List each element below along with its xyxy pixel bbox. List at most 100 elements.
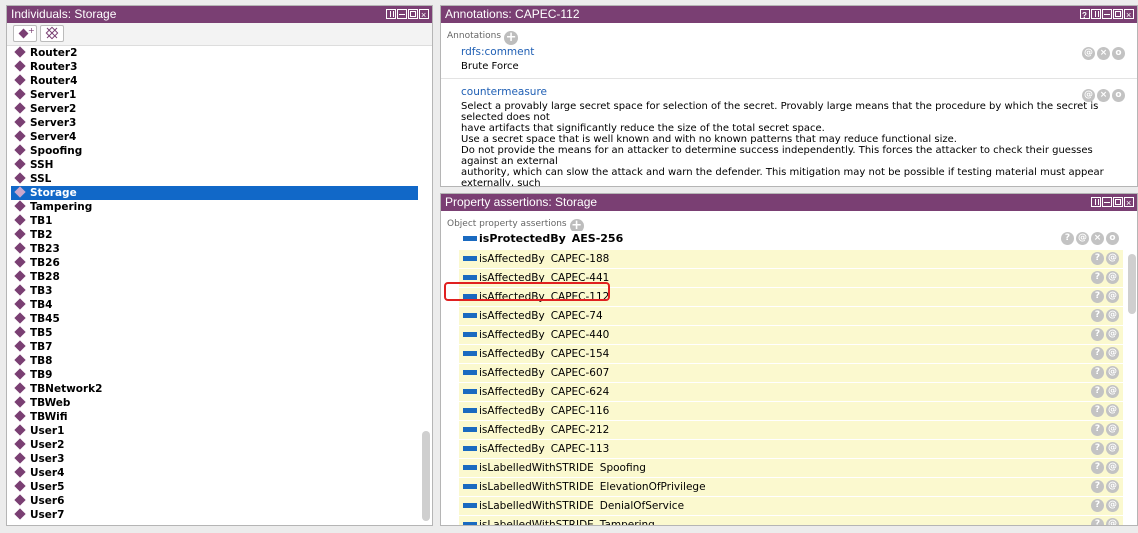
individual-item[interactable]: Storage <box>11 186 418 200</box>
help-icon[interactable]: ? <box>1091 290 1104 303</box>
help-icon[interactable]: ? <box>1091 252 1104 265</box>
individual-item[interactable]: User2 <box>11 438 418 452</box>
minimize-icon[interactable] <box>1102 197 1112 207</box>
individual-item[interactable]: Router3 <box>11 60 418 74</box>
individual-item[interactable]: Router4 <box>11 74 418 88</box>
delete-icon[interactable]: × <box>1091 232 1104 245</box>
property-assertion-row[interactable]: isLabelledWithSTRIDE ElevationOfPrivilege… <box>459 478 1123 497</box>
individual-item[interactable]: Server1 <box>11 88 418 102</box>
annotation-property[interactable]: countermeasure <box>455 85 1129 99</box>
individual-item[interactable]: Server2 <box>11 102 418 116</box>
maximize-icon[interactable] <box>1113 197 1123 207</box>
maximize-icon[interactable] <box>1113 9 1123 19</box>
edit-icon[interactable]: o <box>1106 232 1119 245</box>
annotate-icon[interactable]: @ <box>1076 232 1089 245</box>
annotate-icon[interactable]: @ <box>1106 290 1119 303</box>
individual-item[interactable]: Spoofing <box>11 144 418 158</box>
individual-item[interactable]: TBWeb <box>11 396 418 410</box>
property-assertion-row[interactable]: isAffectedBy CAPEC-624? @ <box>459 383 1123 402</box>
annotate-icon[interactable]: @ <box>1082 47 1095 60</box>
edit-icon[interactable]: o <box>1112 89 1125 102</box>
edit-icon[interactable]: o <box>1112 47 1125 60</box>
individual-item[interactable]: User1 <box>11 424 418 438</box>
individual-item[interactable]: TB45 <box>11 312 418 326</box>
annotate-icon[interactable]: @ <box>1106 518 1119 525</box>
split-icon[interactable] <box>1091 9 1101 19</box>
property-assertion-row[interactable]: isAffectedBy CAPEC-74? @ <box>459 307 1123 326</box>
individual-item[interactable]: SSH <box>11 158 418 172</box>
individuals-list[interactable]: Router2 Router3 Router4 Server1 Server2 Serve… <box>11 46 418 523</box>
delete-icon[interactable]: × <box>1097 47 1110 60</box>
annotation-property[interactable]: rdfs:comment <box>455 43 1129 59</box>
help-icon[interactable] <box>1080 7 1090 24</box>
help-icon[interactable]: ? <box>1091 442 1104 455</box>
maximize-icon[interactable] <box>408 9 418 19</box>
individual-item[interactable]: TB8 <box>11 354 418 368</box>
property-assertion-row[interactable]: isAffectedBy CAPEC-607? @ <box>459 364 1123 383</box>
annotate-icon[interactable]: @ <box>1106 347 1119 360</box>
close-icon[interactable] <box>419 7 429 24</box>
individual-item[interactable]: Server4 <box>11 130 418 144</box>
help-icon[interactable]: ? <box>1061 232 1074 245</box>
individual-item[interactable]: SSL <box>11 172 418 186</box>
individual-item[interactable]: TB9 <box>11 368 418 382</box>
add-individual-button[interactable]: + <box>13 25 37 42</box>
annotate-icon[interactable]: @ <box>1106 309 1119 322</box>
individual-item[interactable]: User6 <box>11 494 418 508</box>
individual-item[interactable]: Router2 <box>11 46 418 60</box>
individuals-scrollbar[interactable] <box>422 431 430 521</box>
individual-item[interactable]: TB7 <box>11 340 418 354</box>
individual-item[interactable]: TB26 <box>11 256 418 270</box>
delete-individual-button[interactable] <box>40 25 64 42</box>
individual-item[interactable]: Tampering <box>11 200 418 214</box>
help-icon[interactable]: ? <box>1091 518 1104 525</box>
property-assertion-row[interactable]: isAffectedBy CAPEC-116? @ <box>459 402 1123 421</box>
help-icon[interactable]: ? <box>1091 328 1104 341</box>
property-assertion-row[interactable]: isAffectedBy CAPEC-113? @ <box>459 440 1123 459</box>
close-icon[interactable] <box>1124 7 1134 24</box>
annotate-icon[interactable]: @ <box>1106 442 1119 455</box>
property-assertion-header-row[interactable]: isProtectedBy AES-256 ? @ × o <box>459 231 1123 247</box>
minimize-icon[interactable] <box>1102 9 1112 19</box>
annotate-icon[interactable]: @ <box>1106 423 1119 436</box>
annotate-icon[interactable]: @ <box>1106 499 1119 512</box>
individual-item[interactable]: TB28 <box>11 270 418 284</box>
property-assertion-row[interactable]: isAffectedBy CAPEC-188? @ <box>459 250 1123 269</box>
annotate-icon[interactable]: @ <box>1106 404 1119 417</box>
minimize-icon[interactable] <box>397 9 407 19</box>
individual-item[interactable]: TB23 <box>11 242 418 256</box>
annotate-icon[interactable]: @ <box>1106 328 1119 341</box>
individual-item[interactable]: TB3 <box>11 284 418 298</box>
annotate-icon[interactable]: @ <box>1106 366 1119 379</box>
help-icon[interactable]: ? <box>1091 499 1104 512</box>
individual-item[interactable]: TBNetwork2 <box>11 382 418 396</box>
annotate-icon[interactable]: @ <box>1106 252 1119 265</box>
annotate-icon[interactable]: @ <box>1106 480 1119 493</box>
annotate-icon[interactable]: @ <box>1082 89 1095 102</box>
help-icon[interactable]: ? <box>1091 309 1104 322</box>
individual-item[interactable]: User4 <box>11 466 418 480</box>
property-assertion-row[interactable]: isAffectedBy CAPEC-154? @ <box>459 345 1123 364</box>
annotate-icon[interactable]: @ <box>1106 271 1119 284</box>
property-assertion-row[interactable]: isLabelledWithSTRIDE Tampering? @ <box>459 516 1123 525</box>
individual-item[interactable]: User3 <box>11 452 418 466</box>
split-icon[interactable] <box>386 9 396 19</box>
individual-item[interactable]: Server3 <box>11 116 418 130</box>
individual-item[interactable]: TB2 <box>11 228 418 242</box>
help-icon[interactable]: ? <box>1091 271 1104 284</box>
help-icon[interactable]: ? <box>1091 461 1104 474</box>
help-icon[interactable]: ? <box>1091 423 1104 436</box>
property-assertion-row[interactable]: isAffectedBy CAPEC-212? @ <box>459 421 1123 440</box>
individual-item[interactable]: TB1 <box>11 214 418 228</box>
individual-item[interactable]: TB4 <box>11 298 418 312</box>
split-icon[interactable] <box>1091 197 1101 207</box>
property-assertion-row[interactable]: isAffectedBy CAPEC-440? @ <box>459 326 1123 345</box>
individual-item[interactable]: User5 <box>11 480 418 494</box>
help-icon[interactable]: ? <box>1091 366 1104 379</box>
close-icon[interactable] <box>1124 195 1134 212</box>
individual-item[interactable]: User7 <box>11 508 418 522</box>
help-icon[interactable]: ? <box>1091 480 1104 493</box>
individual-item[interactable]: TB5 <box>11 326 418 340</box>
property-assertion-row[interactable]: isLabelledWithSTRIDE DenialOfService? @ <box>459 497 1123 516</box>
help-icon[interactable]: ? <box>1091 385 1104 398</box>
